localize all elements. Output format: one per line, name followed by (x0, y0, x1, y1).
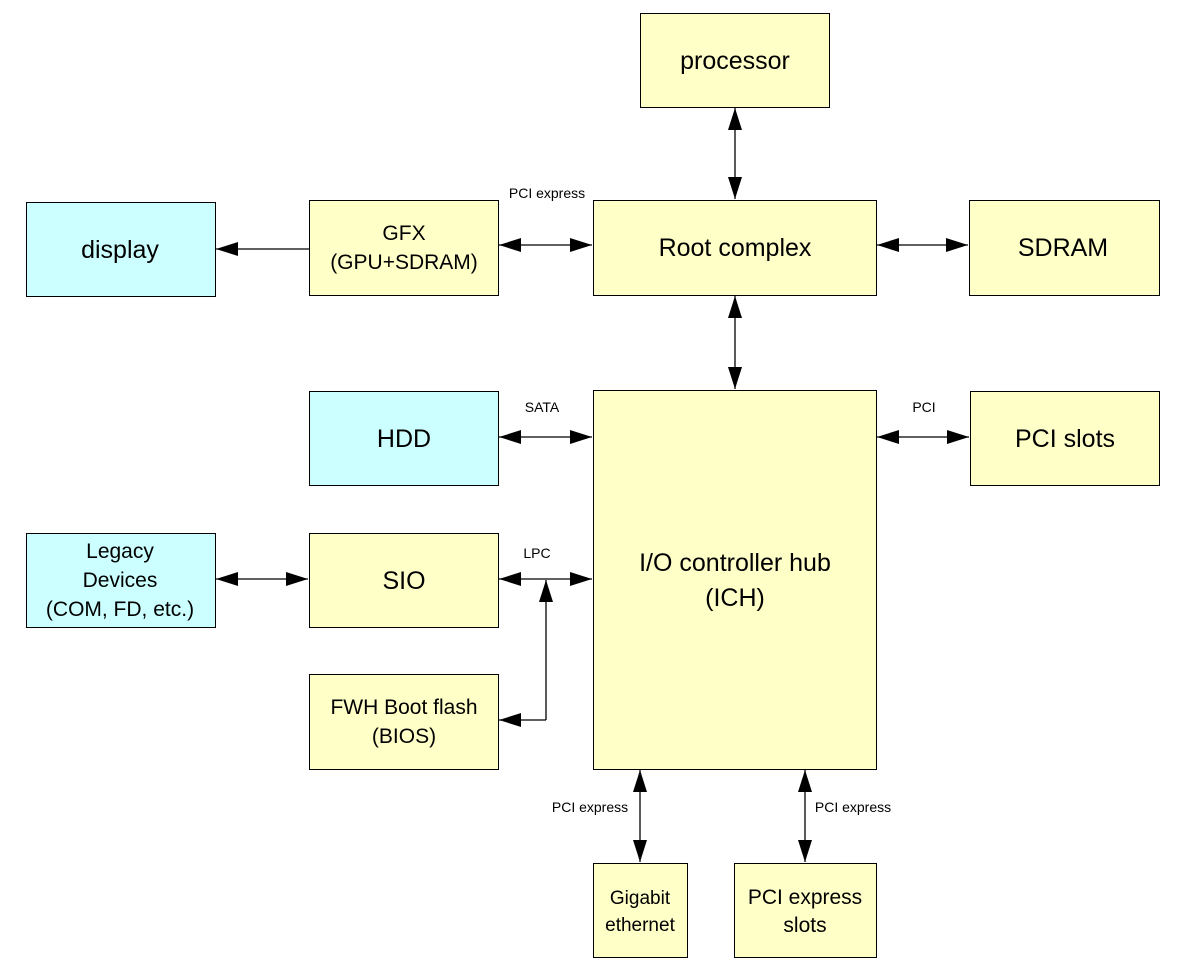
bus-label-gfx-root: PCI express (509, 185, 585, 201)
fwh-label-line1: FWH Boot flash (330, 696, 477, 719)
sdram-label: SDRAM (1018, 234, 1108, 262)
legacy-devices-box: Legacy Devices (COM, FD, etc.) (26, 533, 216, 628)
root-complex-box: Root complex (593, 200, 877, 296)
pci-slots-box: PCI slots (970, 391, 1160, 486)
pcie-slots-label-line2: slots (783, 914, 826, 937)
gfx-box: GFX (GPU+SDRAM) (309, 200, 499, 296)
gfx-label-line1: GFX (382, 222, 425, 245)
legacy-label-line3: (COM, FD, etc.) (46, 598, 194, 621)
display-label: display (81, 236, 159, 264)
root-complex-label: Root complex (659, 234, 812, 262)
hdd-label: HDD (377, 425, 431, 453)
fwh-label-line2: (BIOS) (372, 725, 436, 748)
sio-label: SIO (382, 567, 425, 595)
gfx-label-line2: (GPU+SDRAM) (330, 251, 478, 274)
gigabit-ethernet-box: Gigabit ethernet (593, 863, 688, 958)
fwh-box: FWH Boot flash (BIOS) (309, 674, 499, 770)
ich-label-line2: (ICH) (705, 584, 765, 612)
legacy-label-line2: Devices (83, 569, 158, 592)
legacy-label-line1: Legacy (86, 540, 154, 563)
bus-label-lpc: LPC (523, 545, 550, 561)
pci-slots-label: PCI slots (1015, 425, 1115, 453)
gigabit-label-line1: Gigabit (610, 888, 671, 909)
pcie-slots-box: PCI express slots (734, 863, 877, 958)
pc-architecture-diagram: PCI express SATA PCI LPC PCI express PCI… (26, 13, 1160, 958)
bus-label-sata: SATA (525, 399, 560, 415)
processor-box: processor (640, 13, 830, 108)
processor-label: processor (680, 47, 790, 75)
display-box: display (26, 202, 216, 297)
bus-label-pcie-slots: PCI express (815, 799, 891, 815)
ich-box: I/O controller hub (ICH) (593, 390, 877, 770)
ich-label-line1: I/O controller hub (639, 549, 831, 577)
sio-box: SIO (309, 533, 499, 628)
hdd-box: HDD (309, 391, 499, 486)
gigabit-label-line2: ethernet (605, 915, 675, 936)
sdram-box: SDRAM (969, 200, 1160, 296)
bus-label-pci: PCI (912, 399, 935, 415)
pcie-slots-label-line1: PCI express (748, 886, 862, 909)
bus-label-pcie-gigabit: PCI express (552, 799, 628, 815)
